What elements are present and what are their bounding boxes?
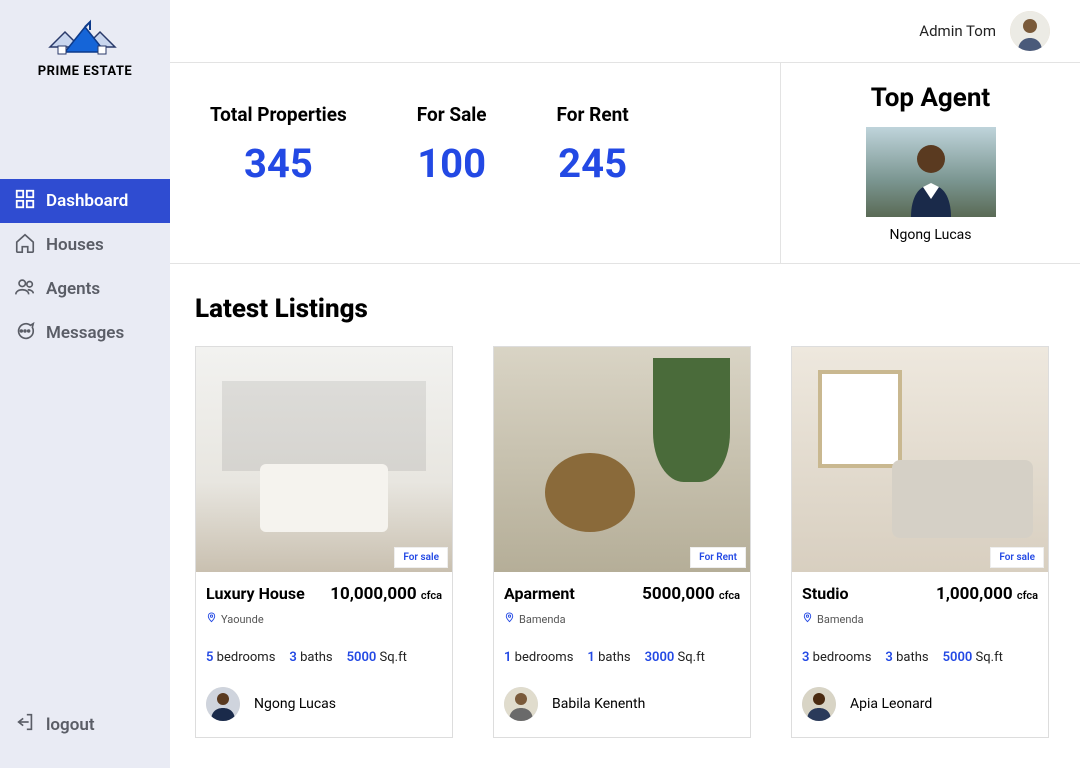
listing-card[interactable]: For Rent Aparment 5000,000 cfca Bamenda … <box>493 346 751 738</box>
listing-image: For sale <box>196 347 452 572</box>
nav-label: Dashboard <box>46 191 128 211</box>
listing-agent[interactable]: Ngong Lucas <box>206 687 442 721</box>
listing-title: Luxury House <box>206 584 305 603</box>
nav-messages[interactable]: Messages <box>0 311 170 355</box>
stat-value: 100 <box>417 140 487 187</box>
listings-section: Latest Listings For sale Luxury House 10… <box>170 264 1080 768</box>
top-agent-panel: Top Agent Ngong Lucas <box>780 63 1080 263</box>
stat-value: 245 <box>557 140 629 187</box>
top-agent-photo[interactable] <box>866 127 996 217</box>
agent-avatar <box>206 687 240 721</box>
listing-image: For Rent <box>494 347 750 572</box>
pin-icon <box>206 612 217 626</box>
chat-icon <box>14 320 36 347</box>
topbar: Admin Tom <box>170 0 1080 63</box>
nav-agents[interactable]: Agents <box>0 267 170 311</box>
stat-label: For Rent <box>557 103 629 126</box>
listing-title: Aparment <box>504 584 575 603</box>
pin-icon <box>802 612 813 626</box>
nav-houses[interactable]: Houses <box>0 223 170 267</box>
stats-row: Total Properties 345 For Sale 100 For Re… <box>170 63 1080 264</box>
logout-button[interactable]: logout <box>0 711 170 738</box>
listing-location: Bamenda <box>802 612 1038 626</box>
nav-label: Houses <box>46 235 104 255</box>
stat-value: 345 <box>210 140 347 187</box>
user-name: Admin Tom <box>919 22 996 40</box>
listing-badge: For sale <box>990 547 1044 568</box>
listing-specs: 1 bedrooms1 baths3000 Sq.ft <box>504 650 740 665</box>
main: Admin Tom Total Properties 345 For Sale … <box>170 0 1080 768</box>
agent-name: Babila Kenenth <box>552 696 645 712</box>
listing-badge: For Rent <box>690 547 746 568</box>
listing-location: Bamenda <box>504 612 740 626</box>
listing-badge: For sale <box>394 547 448 568</box>
listing-specs: 3 bedrooms3 baths5000 Sq.ft <box>802 650 1038 665</box>
nav-label: Agents <box>46 279 100 299</box>
agent-avatar <box>504 687 538 721</box>
agent-name: Apia Leonard <box>850 696 932 712</box>
sidebar: PRIME ESTATE Dashboard Houses Agents Mes… <box>0 0 170 768</box>
stat-sale: For Sale 100 <box>417 103 487 213</box>
listing-specs: 5 bedrooms3 baths5000 Sq.ft <box>206 650 442 665</box>
listing-card[interactable]: For sale Studio 1,000,000 cfca Bamenda 3… <box>791 346 1049 738</box>
house-icon <box>14 232 36 259</box>
listing-card[interactable]: For sale Luxury House 10,000,000 cfca Ya… <box>195 346 453 738</box>
user-avatar[interactable] <box>1010 11 1050 51</box>
brand-name: PRIME ESTATE <box>38 64 132 79</box>
agent-avatar <box>802 687 836 721</box>
nav-label: Messages <box>46 323 124 343</box>
listing-title: Studio <box>802 584 849 603</box>
stat-label: For Sale <box>417 103 487 126</box>
users-icon <box>14 276 36 303</box>
stat-total: Total Properties 345 <box>210 103 347 213</box>
top-agent-title: Top Agent <box>871 83 990 113</box>
top-agent-name: Ngong Lucas <box>889 227 971 243</box>
listing-price: 1,000,000 cfca <box>936 584 1038 604</box>
pin-icon <box>504 612 515 626</box>
logout-icon <box>14 711 36 738</box>
listing-location: Yaounde <box>206 612 442 626</box>
listing-price: 10,000,000 cfca <box>330 584 442 604</box>
logout-label: logout <box>46 715 95 735</box>
agent-name: Ngong Lucas <box>254 696 336 712</box>
dashboard-icon <box>14 188 36 215</box>
nav-dashboard[interactable]: Dashboard <box>0 179 170 223</box>
stat-label: Total Properties <box>210 103 347 126</box>
listing-price: 5000,000 cfca <box>642 584 740 604</box>
brand-logo[interactable]: PRIME ESTATE <box>0 12 170 79</box>
listing-agent[interactable]: Babila Kenenth <box>504 687 740 721</box>
nav: Dashboard Houses Agents Messages <box>0 179 170 355</box>
stat-rent: For Rent 245 <box>557 103 629 213</box>
listing-agent[interactable]: Apia Leonard <box>802 687 1038 721</box>
listings-title: Latest Listings <box>195 294 1055 324</box>
listing-image: For sale <box>792 347 1048 572</box>
